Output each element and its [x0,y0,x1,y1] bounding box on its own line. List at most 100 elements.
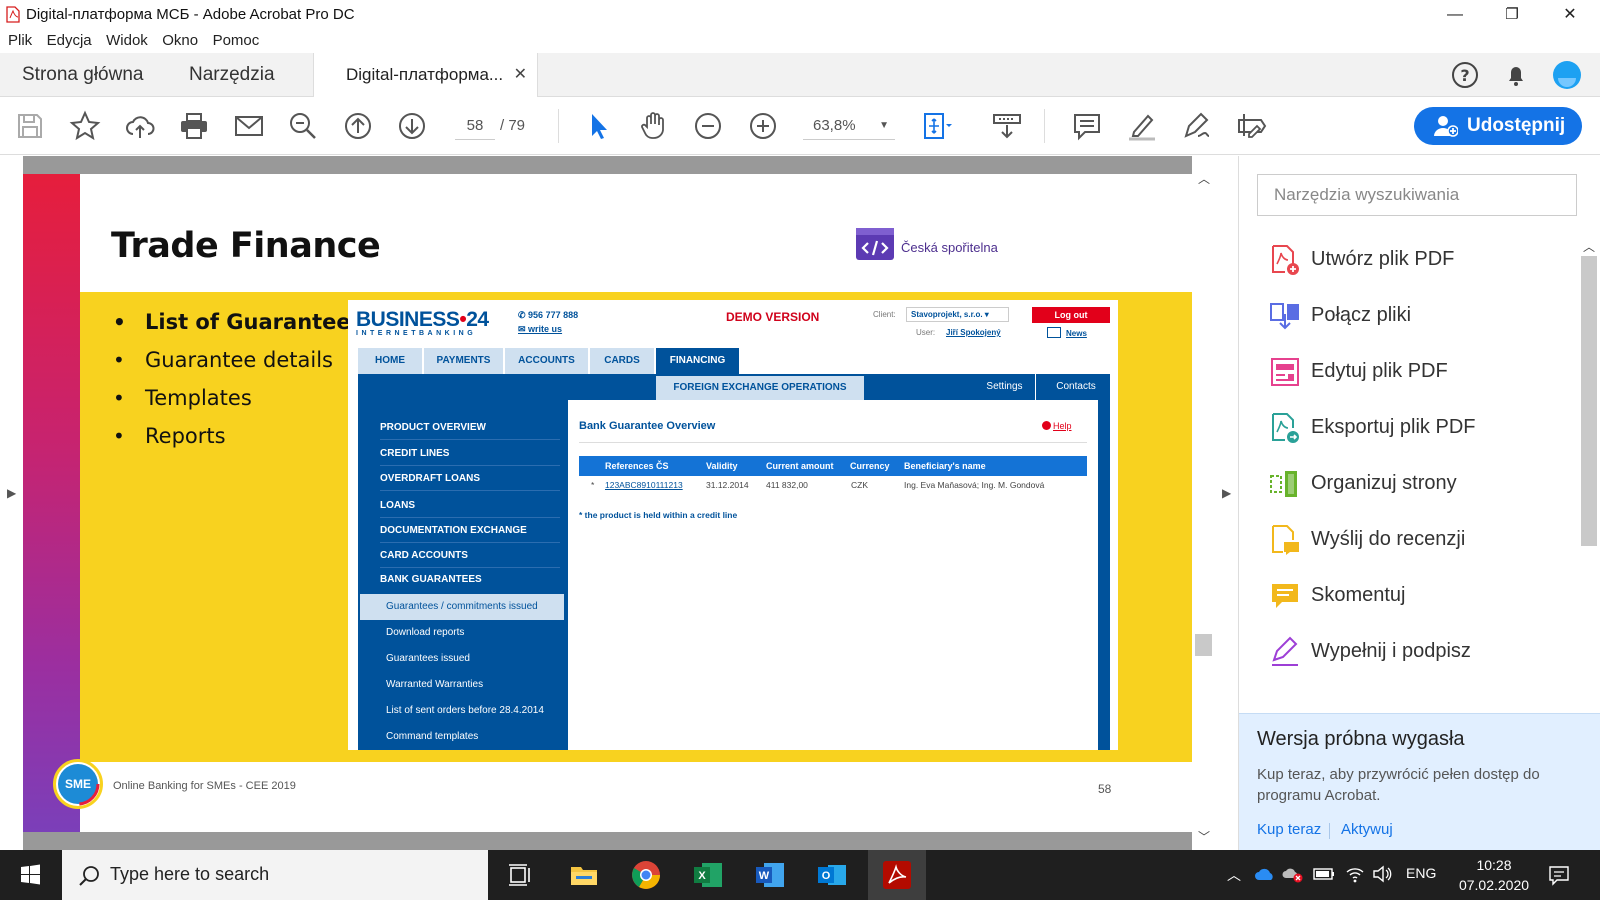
star-icon[interactable] [69,110,101,142]
scrollbar-thumb[interactable] [1195,634,1212,656]
excel-icon[interactable]: X [692,859,724,891]
onedrive-icon[interactable] [1254,866,1276,882]
sidebar-subitem: List of sent orders before 28.4.2014 [386,705,544,716]
collapse-right-pane-icon[interactable]: ▶ [1222,486,1231,500]
send-for-signature-icon[interactable] [1235,110,1267,142]
logo-number: 24 [466,308,489,331]
tab-tools[interactable]: Narzędzia [189,53,275,97]
scroll-up-icon[interactable]: ︿ [1583,238,1595,255]
slide-page-number: 58 [1098,782,1112,796]
svg-text:?: ? [1460,66,1469,85]
fit-page-icon[interactable] [920,110,952,142]
task-view-icon[interactable] [504,859,536,891]
select-cursor-icon[interactable] [582,110,614,142]
zoom-level-select[interactable]: 63,8% ▼ [803,112,895,140]
word-icon[interactable]: W [754,859,786,891]
menu-window[interactable]: Okno [154,30,198,49]
left-pane-toggle[interactable]: ▶ [0,156,23,850]
tab-close-button[interactable]: ✕ [514,53,527,97]
minimize-button[interactable]: — [1432,3,1478,27]
hand-tool-icon[interactable] [638,110,670,142]
help-link: Help [1053,421,1072,431]
sidebar-subitem: Download reports [386,627,465,638]
tab-document[interactable]: Digital-платформа... ✕ [313,53,538,98]
acrobat-app-icon [6,6,20,23]
activate-link[interactable]: Aktywuj [1341,821,1393,838]
close-window-button[interactable]: ✕ [1547,3,1593,27]
notifications-bell-icon[interactable] [1501,60,1531,90]
tab-home[interactable]: Strona główna [22,53,143,97]
user-name: Jiří Spokojený [946,328,1001,337]
right-pane-toggle[interactable]: ▶ [1216,156,1238,850]
logo-subtitle: INTERNETBANKING [356,330,477,337]
file-explorer-icon[interactable] [568,859,600,891]
battery-icon[interactable] [1313,867,1335,881]
tools-search-input[interactable]: Narzędzia wyszukiwania [1257,174,1577,216]
search-zoom-icon[interactable] [287,110,319,142]
create-pdf-icon [1272,245,1299,275]
business24-logo: BUSINESS•24 INTERNETBANKING [356,308,489,337]
document-viewer[interactable]: ▶ Trade Finance Česká spořitelna List of… [0,156,1238,850]
svg-text:W: W [759,870,770,882]
start-button[interactable] [0,850,60,900]
windows-logo-icon [21,864,40,885]
previous-page-edge [23,156,1192,174]
news-link: News [1066,329,1087,338]
maximize-button[interactable]: ❐ [1489,3,1535,27]
menu-help[interactable]: Pomoc [205,30,260,49]
bullet-item: Templates [113,386,363,424]
tab-bar: Strona główna Narzędzia Digital-платформ… [0,53,1600,98]
scrollbar-thumb[interactable] [1581,256,1597,546]
show-hidden-icons[interactable]: ︿ [1227,865,1241,885]
zoom-in-icon[interactable] [747,110,779,142]
upload-cloud-icon[interactable] [124,110,156,142]
cloud-error-icon[interactable] [1282,865,1304,883]
comment-icon[interactable] [1071,110,1103,142]
sme-banking-club-logo: SME [53,759,103,809]
next-page-icon[interactable] [396,110,428,142]
language-indicator[interactable]: ENG [1406,865,1436,881]
system-clock[interactable]: 10:28 07.02.2020 [1452,855,1536,895]
sign-pen-icon[interactable] [1180,110,1212,142]
page-total: / 79 [500,117,526,134]
acrobat-taskbar-icon[interactable] [881,859,913,891]
client-select: Stavoprojekt, s.r.o. ▾ [906,307,1009,322]
bullet-item: List of Guarantees [113,310,363,348]
phone-number-text: 956 777 888 [528,310,579,320]
tool-label: Skomentuj [1311,584,1406,606]
taskbar-search-box[interactable]: Type here to search [62,850,488,900]
outlook-icon[interactable]: O [816,859,848,891]
volume-icon[interactable] [1372,865,1392,883]
row-marker: * [591,480,595,490]
zoom-out-icon[interactable] [692,110,724,142]
wifi-icon[interactable] [1345,865,1365,883]
buy-now-link[interactable]: Kup teraz [1257,821,1321,838]
expand-left-pane-icon[interactable]: ▶ [7,486,16,500]
menu-file[interactable]: Plik [0,30,32,49]
email-icon[interactable] [233,110,265,142]
phone-number: ✆ 956 777 888 [518,310,579,320]
save-icon[interactable] [14,110,46,142]
share-button[interactable]: Udostępnij [1414,107,1582,145]
slide-title: Trade Finance [111,226,381,266]
highlight-pen-icon[interactable] [1126,110,1158,142]
previous-page-icon[interactable] [342,110,374,142]
menu-view[interactable]: Widok [98,30,148,49]
avatar[interactable] [1552,60,1582,90]
bank-heading: Bank Guarantee Overview [579,420,716,432]
chrome-icon[interactable] [630,859,662,891]
bank-sub-navigation: FOREIGN EXCHANGE OPERATIONS Settings Con… [358,374,1110,400]
scroll-mode-icon[interactable] [991,110,1023,142]
scroll-down-icon[interactable]: ﹀ [1198,828,1210,845]
logout-button: Log out [1032,307,1110,323]
document-scrollbar[interactable]: ︿ ﹀ [1192,156,1216,850]
bullet-item: Reports [113,424,363,462]
sidebar-item: DOCUMENTATION EXCHANGE [380,519,560,543]
menu-edit[interactable]: Edycja [39,30,92,49]
print-icon[interactable] [178,110,210,142]
action-center-icon[interactable] [1548,864,1570,886]
send-review-icon [1272,525,1299,555]
scroll-up-icon[interactable]: ︿ [1198,170,1210,187]
help-icon[interactable]: ? [1450,60,1480,90]
page-number-input[interactable]: 58 [455,112,495,140]
